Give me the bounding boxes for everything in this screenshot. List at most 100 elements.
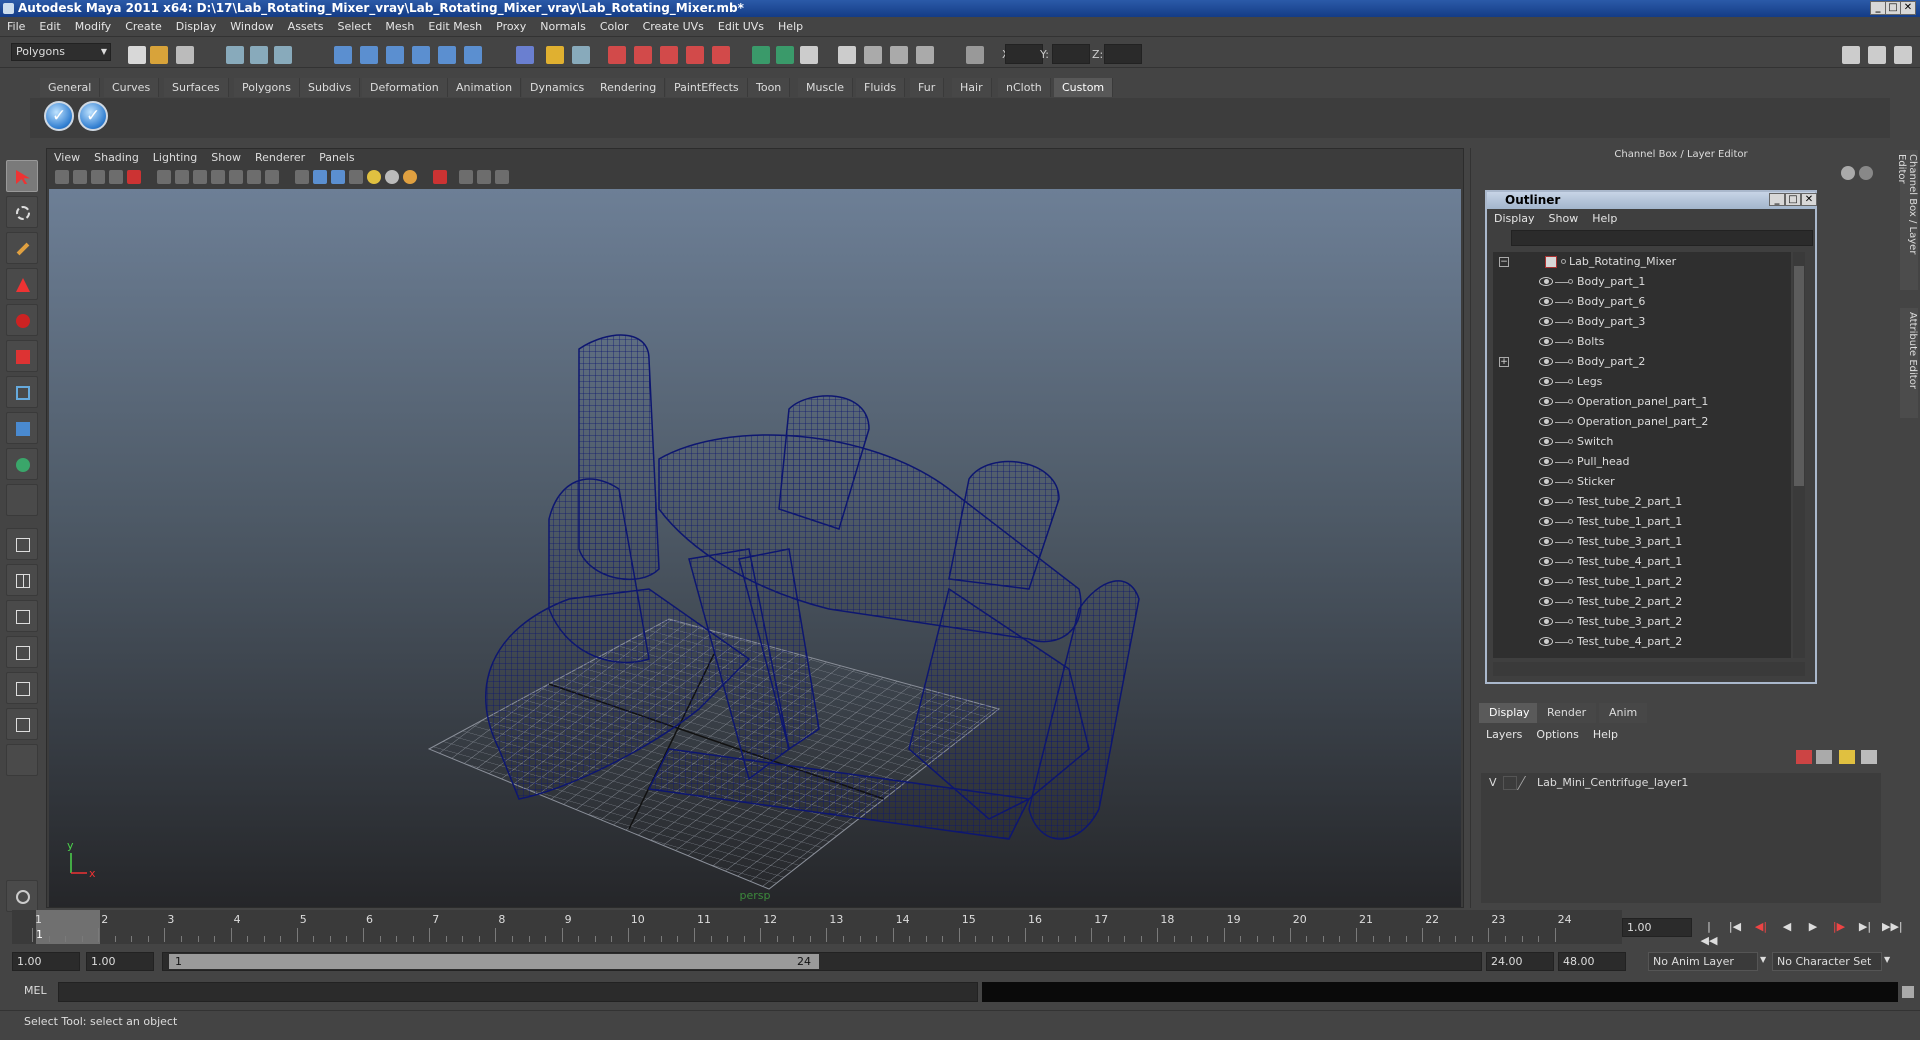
layer-visibility-toggle[interactable]: V xyxy=(1489,773,1497,793)
maximize-button[interactable]: □ xyxy=(1885,1,1901,15)
play-forward-button[interactable]: ▶ xyxy=(1804,920,1822,934)
menu-edit[interactable]: Edit xyxy=(32,17,67,37)
two-d-pan-icon[interactable] xyxy=(127,170,141,184)
vp-menu-renderer[interactable]: Renderer xyxy=(248,149,312,167)
layer-tab-anim[interactable]: Anim xyxy=(1599,703,1648,723)
command-language-label[interactable]: MEL xyxy=(24,984,47,997)
soft-mod-button[interactable] xyxy=(6,412,38,444)
select-component-icon[interactable] xyxy=(274,46,292,64)
show-panel-icon[interactable] xyxy=(752,46,770,64)
script-editor-icon[interactable] xyxy=(1902,986,1914,998)
step-forward-key-button[interactable]: ▶| xyxy=(1856,920,1874,934)
gate-mask-icon[interactable] xyxy=(211,170,225,184)
shelf-tab-subdivs[interactable]: Subdivs xyxy=(300,78,361,97)
layout-options-button[interactable] xyxy=(6,744,38,776)
step-forward-frame-button[interactable]: |▶ xyxy=(1830,920,1848,934)
xray-joints-icon[interactable] xyxy=(477,170,491,184)
custom-shelf-button-2[interactable]: ✓ xyxy=(78,101,108,131)
close-button[interactable]: ✕ xyxy=(1900,1,1916,15)
select-hierarchy-icon[interactable] xyxy=(226,46,244,64)
outliner-row[interactable]: Test_tube_1_part_1 xyxy=(1493,512,1791,532)
resolution-gate-icon[interactable] xyxy=(193,170,207,184)
single-view-layout-button[interactable] xyxy=(6,528,38,560)
layer-type-toggle[interactable] xyxy=(1503,776,1517,790)
show-manipulator-button[interactable] xyxy=(6,448,38,480)
shelf-tab-fur[interactable]: Fur xyxy=(910,78,945,97)
grid-icon[interactable] xyxy=(157,170,171,184)
outliner-close-button[interactable]: ✕ xyxy=(1801,193,1817,206)
shelf-tab-general[interactable]: General xyxy=(40,78,101,97)
render-settings-icon[interactable] xyxy=(660,46,678,64)
outliner-row[interactable]: Switch xyxy=(1493,432,1791,452)
camera-attr-icon[interactable] xyxy=(73,170,87,184)
save-scene-icon[interactable] xyxy=(176,46,194,64)
shelf-tab-surfaces[interactable]: Surfaces xyxy=(164,78,229,97)
menu-display[interactable]: Display xyxy=(169,17,224,37)
vp-menu-view[interactable]: View xyxy=(47,149,87,167)
outliner-filter-field[interactable] xyxy=(1511,230,1813,246)
custom-shelf-button-1[interactable]: ✓ xyxy=(44,101,74,131)
textured-icon[interactable] xyxy=(349,170,363,184)
menu-create-uvs[interactable]: Create UVs xyxy=(636,17,711,37)
relative-transform-icon[interactable] xyxy=(916,46,934,64)
menu-window[interactable]: Window xyxy=(223,17,280,37)
step-back-frame-button[interactable]: ◀| xyxy=(1752,920,1770,934)
menu-normals[interactable]: Normals xyxy=(533,17,593,37)
snap-live-icon[interactable] xyxy=(438,46,456,64)
rotate-tool-button[interactable] xyxy=(6,304,38,336)
script-editor-button[interactable] xyxy=(6,880,38,912)
outliner-menu-display[interactable]: Display xyxy=(1487,209,1542,229)
anim-layer-dropdown[interactable]: No Anim Layer xyxy=(1648,952,1758,971)
range-bar[interactable]: 1 24 xyxy=(162,952,1482,971)
outliner-row[interactable]: Test_tube_2_part_2 xyxy=(1493,592,1791,612)
layer-options-icon[interactable] xyxy=(1839,750,1855,764)
range-handle[interactable]: 1 24 xyxy=(169,954,819,969)
outliner-row[interactable]: Body_part_6 xyxy=(1493,292,1791,312)
current-frame-field[interactable]: 1.00 xyxy=(1622,918,1692,937)
attribute-panel-icon[interactable] xyxy=(800,46,818,64)
shelf-tab-fluids[interactable]: Fluids xyxy=(856,78,906,97)
move-tool-button[interactable] xyxy=(6,268,38,300)
shadows-icon[interactable] xyxy=(385,170,399,184)
scale-tool-button[interactable] xyxy=(6,340,38,372)
bookmark-icon[interactable] xyxy=(91,170,105,184)
outliner-row-root[interactable]: − Lab_Rotating_Mixer xyxy=(1493,252,1791,272)
hide-panel-icon[interactable] xyxy=(776,46,794,64)
shelf-tab-polygons[interactable]: Polygons xyxy=(234,78,300,97)
snap-view-icon[interactable] xyxy=(464,46,482,64)
layer-delete-icon[interactable] xyxy=(1861,750,1877,764)
z-coord-field[interactable] xyxy=(1104,44,1142,64)
menu-assets[interactable]: Assets xyxy=(281,17,331,37)
vp-menu-show[interactable]: Show xyxy=(204,149,248,167)
construction-icon[interactable] xyxy=(572,46,590,64)
shelf-tab-dynamics[interactable]: Dynamics xyxy=(522,78,594,97)
help-icon[interactable] xyxy=(516,46,534,64)
outliner-row[interactable]: Test_tube_1_part_2 xyxy=(1493,572,1791,592)
layer-tab-display[interactable]: Display xyxy=(1479,703,1540,723)
lock-icon[interactable] xyxy=(890,46,908,64)
hardware-texturing-icon[interactable] xyxy=(403,170,417,184)
stereo-icon[interactable] xyxy=(495,170,509,184)
perspective-viewport[interactable]: y x persp xyxy=(49,189,1461,907)
outliner-row[interactable]: Body_part_1 xyxy=(1493,272,1791,292)
select-tool-button[interactable] xyxy=(6,160,38,192)
new-scene-icon[interactable] xyxy=(128,46,146,64)
menu-modify[interactable]: Modify xyxy=(68,17,118,37)
y-coord-field[interactable] xyxy=(1052,44,1090,64)
menu-select[interactable]: Select xyxy=(330,17,378,37)
ipr-render-icon[interactable] xyxy=(634,46,652,64)
outliner-row[interactable]: Test_tube_2_part_1 xyxy=(1493,492,1791,512)
outliner-row[interactable]: Test_tube_4_part_1 xyxy=(1493,552,1791,572)
vp-menu-panels[interactable]: Panels xyxy=(312,149,361,167)
expand-toggle[interactable]: + xyxy=(1499,357,1509,367)
hypershade-icon[interactable] xyxy=(686,46,704,64)
layer-menu-options[interactable]: Options xyxy=(1529,725,1585,745)
outliner-row[interactable]: Test_tube_3_part_1 xyxy=(1493,532,1791,552)
side-tab-channel-box[interactable]: Channel Box / Layer Editor xyxy=(1896,150,1918,290)
playback-start-field[interactable]: 1.00 xyxy=(86,952,154,971)
outliner-row[interactable]: Test_tube_4_part_2 xyxy=(1493,632,1791,652)
lasso-tool-button[interactable] xyxy=(6,196,38,228)
outliner-row[interactable]: Pull_head xyxy=(1493,452,1791,472)
x-coord-field[interactable] xyxy=(1005,44,1043,64)
layer-tab-render[interactable]: Render xyxy=(1537,703,1597,723)
